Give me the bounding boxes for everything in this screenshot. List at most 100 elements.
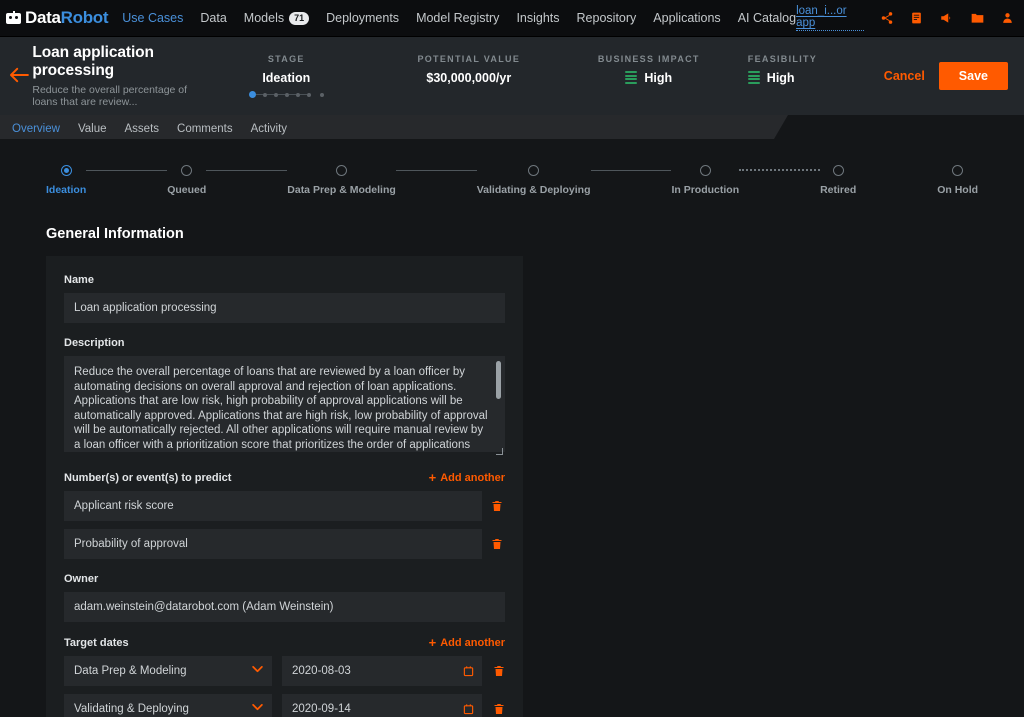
megaphone-icon[interactable]: [939, 11, 954, 25]
title-block: Loan application processing Reduce the o…: [30, 44, 198, 108]
page-title: Loan application processing: [32, 44, 154, 79]
step-queued[interactable]: Queued: [167, 165, 206, 196]
target-date-row: [64, 656, 505, 686]
nav-item-deployments[interactable]: Deployments: [326, 11, 399, 25]
step-connector-dotted: [739, 169, 821, 171]
metric-value-row: High: [747, 71, 884, 85]
metric-label: BUSINESS IMPACT: [597, 54, 700, 64]
metric-value-row: High: [564, 71, 734, 85]
step-connector-gap: [856, 170, 937, 171]
metric-stage: STAGE Ideation: [199, 54, 374, 98]
description-textarea[interactable]: Reduce the overall percentage of loans t…: [64, 356, 505, 452]
step-label: In Production: [671, 184, 740, 196]
metric-potential-value: POTENTIAL VALUE $30,000,000/yr: [374, 54, 564, 85]
plus-icon: +: [428, 470, 437, 485]
target-date-row: [64, 694, 505, 717]
nav-item-use-cases[interactable]: Use Cases: [122, 11, 183, 25]
field-label-owner: Owner: [64, 573, 99, 585]
nav-label: Repository: [576, 11, 637, 25]
brand-name-primary: Data: [25, 8, 61, 27]
step-label: Ideation: [46, 184, 87, 196]
add-another-predict-button[interactable]: + Add another: [429, 471, 505, 484]
nav-item-model-registry[interactable]: Model Registry: [416, 11, 499, 25]
tab-overview[interactable]: Overview: [12, 123, 60, 135]
top-navigation-bar: DataRobot Use Cases Data Models 71 Deplo…: [0, 0, 1024, 37]
add-another-target-date-button[interactable]: + Add another: [429, 636, 505, 649]
delete-target-date-1-icon[interactable]: [492, 702, 505, 716]
step-ideation[interactable]: Ideation: [46, 165, 86, 196]
target-date-input-0[interactable]: [282, 656, 482, 686]
nav-item-applications[interactable]: Applications: [653, 11, 720, 25]
calendar-icon[interactable]: [463, 665, 474, 677]
book-icon[interactable]: [910, 11, 923, 25]
step-circle-icon: [181, 165, 193, 176]
step-label: Queued: [167, 184, 207, 196]
robot-icon: [6, 11, 21, 25]
tab-comments[interactable]: Comments: [177, 123, 233, 135]
share-icon[interactable]: [880, 11, 894, 25]
step-connector: [206, 170, 288, 171]
nav-label: Model Registry: [416, 11, 500, 25]
step-label: Data Prep & Modeling: [287, 184, 396, 196]
metric-business-impact: BUSINESS IMPACT High: [564, 54, 734, 85]
plus-icon: +: [428, 635, 437, 650]
folder-icon[interactable]: [970, 11, 985, 25]
description-resize-handle[interactable]: [496, 448, 503, 455]
nav-item-insights[interactable]: Insights: [516, 11, 559, 25]
delete-predict-1-icon[interactable]: [490, 537, 505, 551]
field-target-dates: Target dates + Add another: [64, 636, 505, 717]
step-circle-icon: [952, 165, 964, 176]
cancel-button[interactable]: Cancel: [884, 69, 925, 83]
tab-activity[interactable]: Activity: [251, 123, 287, 135]
step-data-prep-modeling[interactable]: Data Prep & Modeling: [287, 165, 396, 196]
target-date-stage-select-1[interactable]: [64, 694, 272, 717]
metric-value: High: [644, 71, 673, 85]
predict-input-0[interactable]: [64, 491, 482, 521]
field-predict: Number(s) or event(s) to predict + Add a…: [64, 471, 505, 559]
step-label: Validating & Deploying: [476, 184, 591, 196]
field-label-target-dates: Target dates: [64, 636, 129, 649]
tab-assets[interactable]: Assets: [125, 123, 160, 135]
step-retired[interactable]: Retired: [820, 165, 856, 196]
back-arrow-icon[interactable]: [8, 65, 30, 87]
step-label: Retired: [820, 184, 857, 196]
step-validating-deploying[interactable]: Validating & Deploying: [477, 165, 591, 196]
predict-input-1[interactable]: [64, 529, 482, 559]
nav-item-repository[interactable]: Repository: [577, 11, 637, 25]
field-owner: Owner: [64, 573, 505, 622]
predict-row: [64, 529, 505, 559]
metric-value: Ideation: [262, 71, 311, 85]
metric-feasibility: FEASIBILITY High: [734, 54, 884, 85]
step-on-hold[interactable]: On Hold: [937, 165, 978, 196]
step-in-production[interactable]: In Production: [671, 165, 739, 196]
stage-progress-dots: [199, 91, 374, 98]
step-circle-icon: [336, 165, 348, 176]
save-button[interactable]: Save: [938, 62, 1008, 90]
delete-target-date-0-icon[interactable]: [492, 664, 505, 678]
description-scrollbar-thumb[interactable]: [496, 361, 501, 399]
target-date-input-1[interactable]: [282, 694, 482, 717]
user-icon[interactable]: [1001, 11, 1014, 25]
nav-label: Deployments: [326, 11, 400, 25]
metric-label: FEASIBILITY: [747, 54, 818, 64]
current-app-link[interactable]: loan_i...or app: [796, 5, 864, 31]
nav-item-ai-catalog[interactable]: AI Catalog: [738, 11, 796, 25]
predict-row: [64, 491, 505, 521]
delete-predict-0-icon[interactable]: [490, 499, 505, 513]
nav-label: Data: [200, 11, 227, 25]
nav-item-models[interactable]: Models 71: [244, 11, 310, 25]
datarobot-logo[interactable]: DataRobot: [6, 8, 109, 28]
step-circle-icon: [832, 165, 844, 176]
owner-input[interactable]: [64, 592, 505, 622]
primary-nav-items: Use Cases Data Models 71 Deployments Mod…: [122, 11, 796, 25]
calendar-icon[interactable]: [463, 703, 474, 715]
field-description: Description Reduce the overall percentag…: [64, 337, 505, 457]
general-information-card: Name Description Reduce the overall perc…: [46, 256, 523, 717]
add-another-label: Add another: [440, 636, 505, 649]
name-input[interactable]: [64, 293, 505, 323]
nav-item-data[interactable]: Data: [200, 11, 226, 25]
field-label-description: Description: [64, 337, 125, 349]
target-date-stage-select-0[interactable]: [64, 656, 272, 686]
tab-value[interactable]: Value: [78, 123, 107, 135]
step-connector: [395, 170, 477, 171]
